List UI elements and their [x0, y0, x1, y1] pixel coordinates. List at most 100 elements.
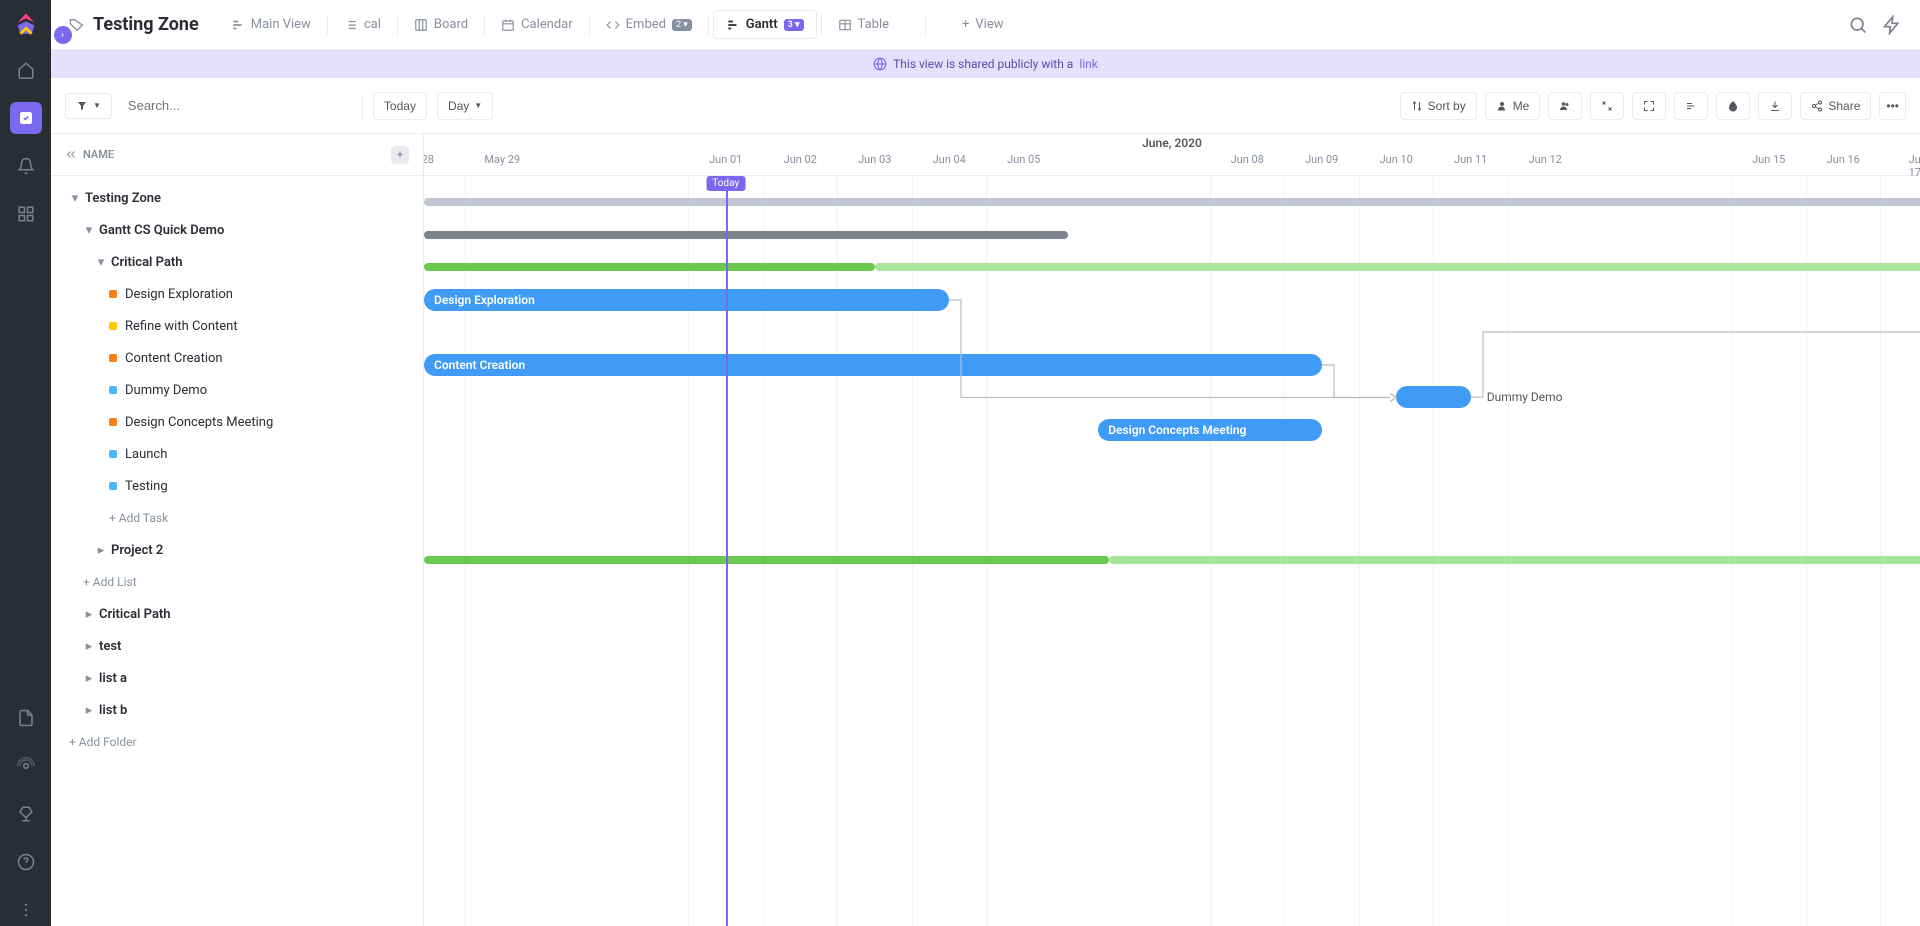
zoom-select[interactable]: Day▼ — [437, 92, 493, 120]
caret-down-icon: ▾ — [95, 256, 107, 268]
collapse-tree-icon[interactable] — [65, 149, 77, 161]
home-icon[interactable] — [10, 54, 42, 86]
tree-item-label: Content Creation — [125, 351, 223, 366]
more-icon[interactable] — [10, 894, 42, 926]
add-item-button[interactable]: + Add Folder — [51, 726, 423, 758]
app-logo[interactable]: › — [12, 10, 40, 38]
reschedule-button[interactable] — [1674, 92, 1708, 120]
add-view-button[interactable]: + View — [950, 11, 1016, 38]
caret-right-icon: ▸ — [83, 640, 95, 652]
tree-item-label: test — [99, 639, 121, 654]
caret-right-icon: ▸ — [83, 672, 95, 684]
header: Testing Zone Main View cal Board Calendar Em… — [51, 0, 1920, 50]
sort-button[interactable]: Sort by — [1400, 92, 1477, 120]
date-header-cell: Jun 05 — [1007, 153, 1040, 166]
collapse-button[interactable] — [1590, 92, 1624, 120]
tree-item-label: Design Concepts Meeting — [125, 415, 273, 430]
name-column-header: NAME — [83, 148, 114, 161]
month-label: June, 2020 — [424, 136, 1920, 150]
tree-item-label: Launch — [125, 447, 167, 462]
today-button[interactable]: Today — [373, 92, 427, 120]
tasks-icon[interactable] — [10, 102, 42, 134]
notifications-icon[interactable] — [10, 150, 42, 182]
status-dot — [109, 354, 117, 362]
search-input[interactable] — [122, 92, 352, 119]
tree-item-label: Testing Zone — [85, 191, 161, 206]
tree-item-label: + Add Task — [109, 511, 168, 525]
tree-item-label: Project 2 — [111, 543, 163, 558]
caret-right-icon: ▸ — [83, 608, 95, 620]
add-item-button[interactable]: + Add Task — [51, 502, 423, 534]
tree-item[interactable]: ▸ Critical Path — [51, 598, 423, 630]
goals-icon[interactable] — [10, 798, 42, 830]
breadcrumb[interactable]: Testing Zone — [69, 14, 199, 35]
filter-button[interactable]: ▼ — [65, 93, 112, 119]
task-tree: ▾Testing Zone▾Gantt CS Quick Demo▾Critic… — [51, 176, 423, 926]
share-link[interactable]: link — [1079, 57, 1098, 71]
caret-right-icon: ▸ — [83, 704, 95, 716]
tab-calendar[interactable]: Calendar — [489, 11, 585, 38]
caret-right-icon: ▸ — [95, 544, 107, 556]
date-header-cell: Jun 09 — [1305, 153, 1338, 166]
tree-item[interactable]: Design Concepts Meeting — [51, 406, 423, 438]
fullscreen-button[interactable] — [1632, 92, 1666, 120]
tree-item-label: Gantt CS Quick Demo — [99, 223, 224, 238]
gantt-chart[interactable]: June, 2020 28May 29Jun 01Jun 02Jun 03Jun… — [424, 134, 1920, 926]
tree-item-label: + Add List — [83, 575, 137, 589]
tree-item-label: Critical Path — [99, 607, 171, 622]
task-sidebar: NAME + ▾Testing Zone▾Gantt CS Quick Demo… — [51, 134, 424, 926]
date-header-cell: Jun 03 — [858, 153, 891, 166]
tree-item[interactable]: Launch — [51, 438, 423, 470]
add-column-button[interactable]: + — [391, 146, 409, 164]
pulse-icon[interactable] — [10, 750, 42, 782]
expand-sidebar-button[interactable]: › — [54, 26, 72, 44]
date-header-cell: 28 — [424, 153, 434, 166]
tab-gantt[interactable]: Gantt3 ▾ — [713, 10, 817, 39]
automation-icon[interactable] — [1882, 15, 1902, 35]
tree-item[interactable]: Testing — [51, 470, 423, 502]
help-icon[interactable] — [10, 846, 42, 878]
tree-item[interactable]: ▸ test — [51, 630, 423, 662]
task-bar[interactable]: Design Concepts Meeting — [1098, 419, 1322, 441]
dashboards-icon[interactable] — [10, 198, 42, 230]
date-header-cell: Jun 15 — [1752, 153, 1785, 166]
tree-item-label: Design Exploration — [125, 287, 233, 302]
summary-bar[interactable] — [424, 556, 1109, 564]
share-button[interactable]: Share — [1800, 92, 1871, 120]
color-button[interactable] — [1716, 92, 1750, 120]
docs-icon[interactable] — [10, 702, 42, 734]
export-button[interactable] — [1758, 92, 1792, 120]
tree-item[interactable]: Refine with Content — [51, 310, 423, 342]
tab-main-view[interactable]: Main View — [219, 11, 323, 38]
tree-item[interactable]: ▸list a — [51, 662, 423, 694]
summary-bar[interactable] — [424, 263, 875, 271]
me-filter-button[interactable]: Me — [1485, 92, 1541, 120]
search-icon[interactable] — [1848, 15, 1868, 35]
status-dot — [109, 482, 117, 490]
tree-item[interactable]: ▾Gantt CS Quick Demo — [51, 214, 423, 246]
status-dot — [109, 418, 117, 426]
assignee-filter-button[interactable] — [1548, 92, 1582, 120]
date-header-cell: Jun 02 — [784, 153, 817, 166]
tab-cal[interactable]: cal — [332, 11, 393, 38]
summary-bar[interactable] — [424, 231, 1068, 239]
tree-item[interactable]: Dummy Demo — [51, 374, 423, 406]
task-bar[interactable]: Design Exploration — [424, 289, 949, 311]
tree-item[interactable]: Content Creation — [51, 342, 423, 374]
globe-icon — [873, 57, 887, 71]
tab-board[interactable]: Board — [402, 11, 480, 38]
tab-embed[interactable]: Embed2 ▾ — [594, 11, 704, 38]
tree-item[interactable]: ▾Testing Zone — [51, 182, 423, 214]
tree-item[interactable]: Design Exploration — [51, 278, 423, 310]
tab-table[interactable]: Table — [826, 11, 901, 38]
add-item-button[interactable]: + Add List — [51, 566, 423, 598]
tree-item[interactable]: ▸ Project 2 — [51, 534, 423, 566]
dependency-line — [1318, 361, 1413, 414]
more-options-button[interactable]: ••• — [1879, 92, 1906, 120]
tree-item[interactable]: ▸list b — [51, 694, 423, 726]
tree-item-label: + Add Folder — [69, 735, 137, 749]
date-header-cell: Jun 16 — [1827, 153, 1860, 166]
tree-item[interactable]: ▾Critical Path — [51, 246, 423, 278]
summary-bar[interactable] — [424, 198, 1920, 206]
public-share-banner: This view is shared publicly with a link — [51, 50, 1920, 78]
